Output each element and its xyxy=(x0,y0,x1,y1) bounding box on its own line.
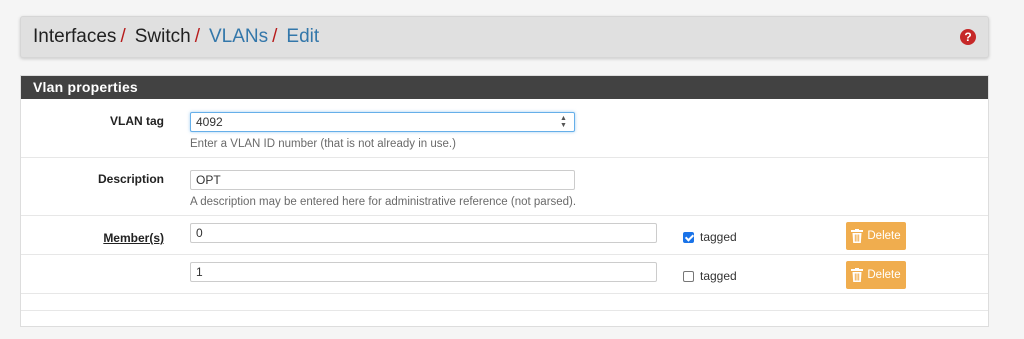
member-row: Member(s) 0 tagged Delete xyxy=(21,216,988,255)
vlan-tag-value: 4092 xyxy=(196,115,223,129)
breadcrumb-edit-link[interactable]: Edit xyxy=(286,26,319,48)
description-help: A description may be entered here for ad… xyxy=(190,196,577,208)
trash-icon xyxy=(851,268,864,282)
member-input[interactable]: 1 xyxy=(190,262,657,282)
breadcrumb-interfaces: Interfaces xyxy=(33,26,117,47)
member-value: 0 xyxy=(196,226,203,240)
breadcrumb-separator: / xyxy=(194,26,200,47)
vlan-tag-input[interactable]: 4092 ▲ ▼ xyxy=(190,112,575,132)
delete-button[interactable]: Delete xyxy=(846,261,906,289)
description-row: Description OPT A description may be ent… xyxy=(21,158,988,216)
breadcrumb-separator: / xyxy=(120,26,126,47)
spacer-row xyxy=(21,294,988,311)
tagged-label: tagged xyxy=(700,230,737,244)
breadcrumb-vlans-link[interactable]: VLANs xyxy=(209,26,268,48)
tagged-checkbox[interactable] xyxy=(683,271,694,282)
vlan-tag-label: VLAN tag xyxy=(110,114,164,128)
vlan-tag-row: VLAN tag 4092 ▲ ▼ Enter a VLAN ID number … xyxy=(21,100,988,158)
breadcrumb-separator: / xyxy=(272,26,278,47)
trash-icon xyxy=(851,229,864,243)
panel-title: Vlan properties xyxy=(21,76,988,99)
description-input[interactable]: OPT xyxy=(190,170,575,190)
number-spinner-icon[interactable]: ▲ ▼ xyxy=(559,115,568,129)
vlan-properties-panel: Vlan properties VLAN tag 4092 ▲ ▼ Enter a… xyxy=(20,75,989,327)
delete-label: Delete xyxy=(867,269,901,281)
member-row: 1 tagged Delete xyxy=(21,255,988,294)
description-value: OPT xyxy=(196,173,221,187)
member-input[interactable]: 0 xyxy=(190,223,657,243)
delete-button[interactable]: Delete xyxy=(846,222,906,250)
description-label: Description xyxy=(97,172,164,186)
vlan-tag-help: Enter a VLAN ID number (that is not alre… xyxy=(190,138,456,150)
question-icon[interactable]: ? xyxy=(960,29,976,45)
tagged-checkbox[interactable] xyxy=(683,232,694,243)
tagged-label: tagged xyxy=(700,269,737,283)
delete-label: Delete xyxy=(867,230,901,242)
breadcrumb: Interfaces / Switch / VLANs / Edit ? xyxy=(20,16,989,58)
breadcrumb-switch: Switch xyxy=(134,26,191,47)
members-label: Member(s) xyxy=(103,231,164,245)
member-value: 1 xyxy=(196,265,203,279)
